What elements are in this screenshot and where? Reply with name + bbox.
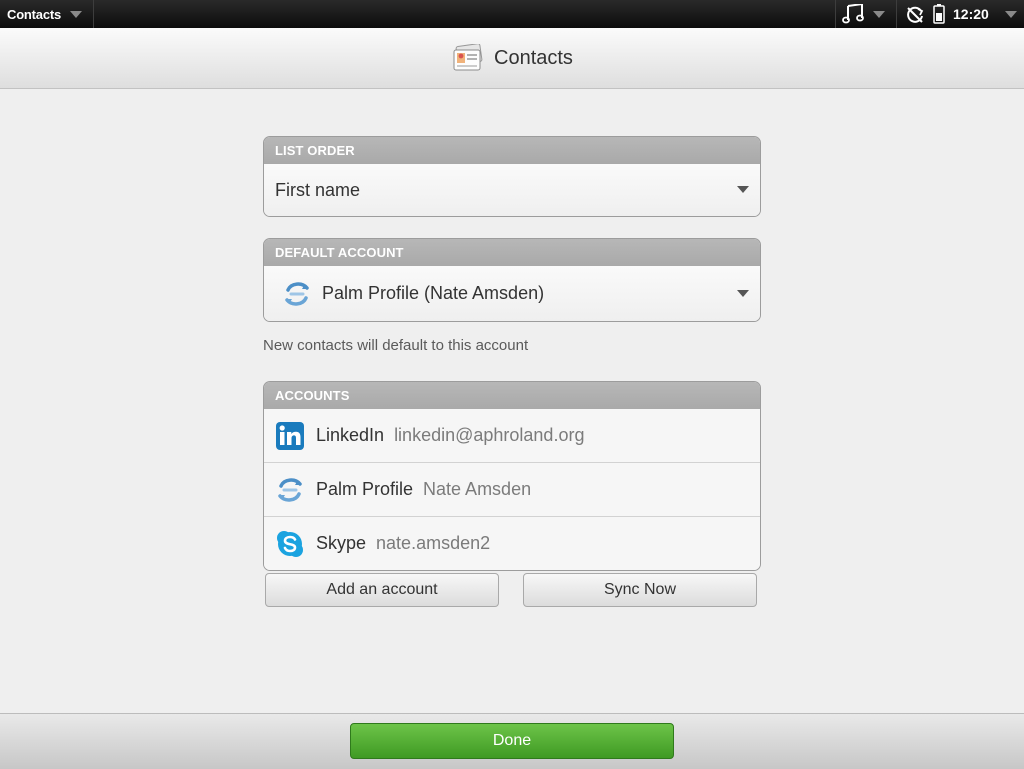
footer-bar: Done [0, 713, 1024, 769]
default-account-select[interactable]: Palm Profile (Nate Amsden) [264, 266, 760, 321]
app-menu-label: Contacts [7, 6, 62, 22]
system-menu[interactable]: 12:20 [896, 0, 1024, 28]
accounts-group: ACCOUNTS LinkedIn linkedin@aphroland.org… [263, 381, 761, 571]
page-title: Contacts [494, 46, 573, 69]
account-row-linkedin[interactable]: LinkedIn linkedin@aphroland.org [264, 409, 760, 462]
add-account-button[interactable]: Add an account [265, 573, 499, 607]
chevron-down-icon [873, 11, 885, 18]
account-username: Nate Amsden [423, 479, 532, 499]
account-username: linkedin@aphroland.org [394, 425, 585, 445]
app-header: Contacts [0, 28, 1024, 89]
contacts-card-icon [453, 44, 483, 71]
chevron-down-icon [737, 289, 749, 297]
music-note-icon [842, 4, 864, 24]
default-account-value: Palm Profile (Nate Amsden) [322, 283, 545, 303]
account-row-palm-profile[interactable]: Palm Profile Nate Amsden [264, 462, 760, 516]
palm-profile-icon [285, 281, 309, 306]
status-bar: Contacts 12:20 [0, 0, 1024, 28]
music-menu[interactable] [835, 0, 896, 28]
chevron-down-icon [1005, 11, 1017, 18]
list-order-group: LIST ORDER First name [263, 136, 761, 217]
account-name: Skype [316, 533, 367, 553]
battery-icon [933, 4, 945, 24]
skype-icon [277, 530, 303, 557]
list-order-header: LIST ORDER [264, 137, 760, 164]
account-name: Palm Profile [316, 479, 414, 499]
linkedin-icon [276, 421, 304, 450]
list-order-select[interactable]: First name [264, 164, 760, 216]
accounts-header: ACCOUNTS [264, 382, 760, 409]
clock: 12:20 [953, 6, 989, 22]
default-account-group: DEFAULT ACCOUNT Palm Profile (Nate Amsde… [263, 238, 761, 322]
sync-now-button[interactable]: Sync Now [523, 573, 757, 607]
default-account-header: DEFAULT ACCOUNT [264, 239, 760, 266]
account-username: nate.amsden2 [376, 533, 491, 553]
chevron-down-icon [737, 186, 749, 193]
account-row-skype[interactable]: Skype nate.amsden2 [264, 516, 760, 570]
account-name: LinkedIn [316, 425, 385, 445]
list-order-value: First name [275, 179, 361, 200]
chevron-down-icon [70, 11, 82, 18]
app-menu[interactable]: Contacts [0, 0, 94, 28]
done-button[interactable]: Done [350, 723, 674, 759]
palm-profile-icon [278, 477, 302, 502]
default-account-hint: New contacts will default to this accoun… [263, 337, 529, 354]
sync-off-icon [907, 6, 924, 23]
